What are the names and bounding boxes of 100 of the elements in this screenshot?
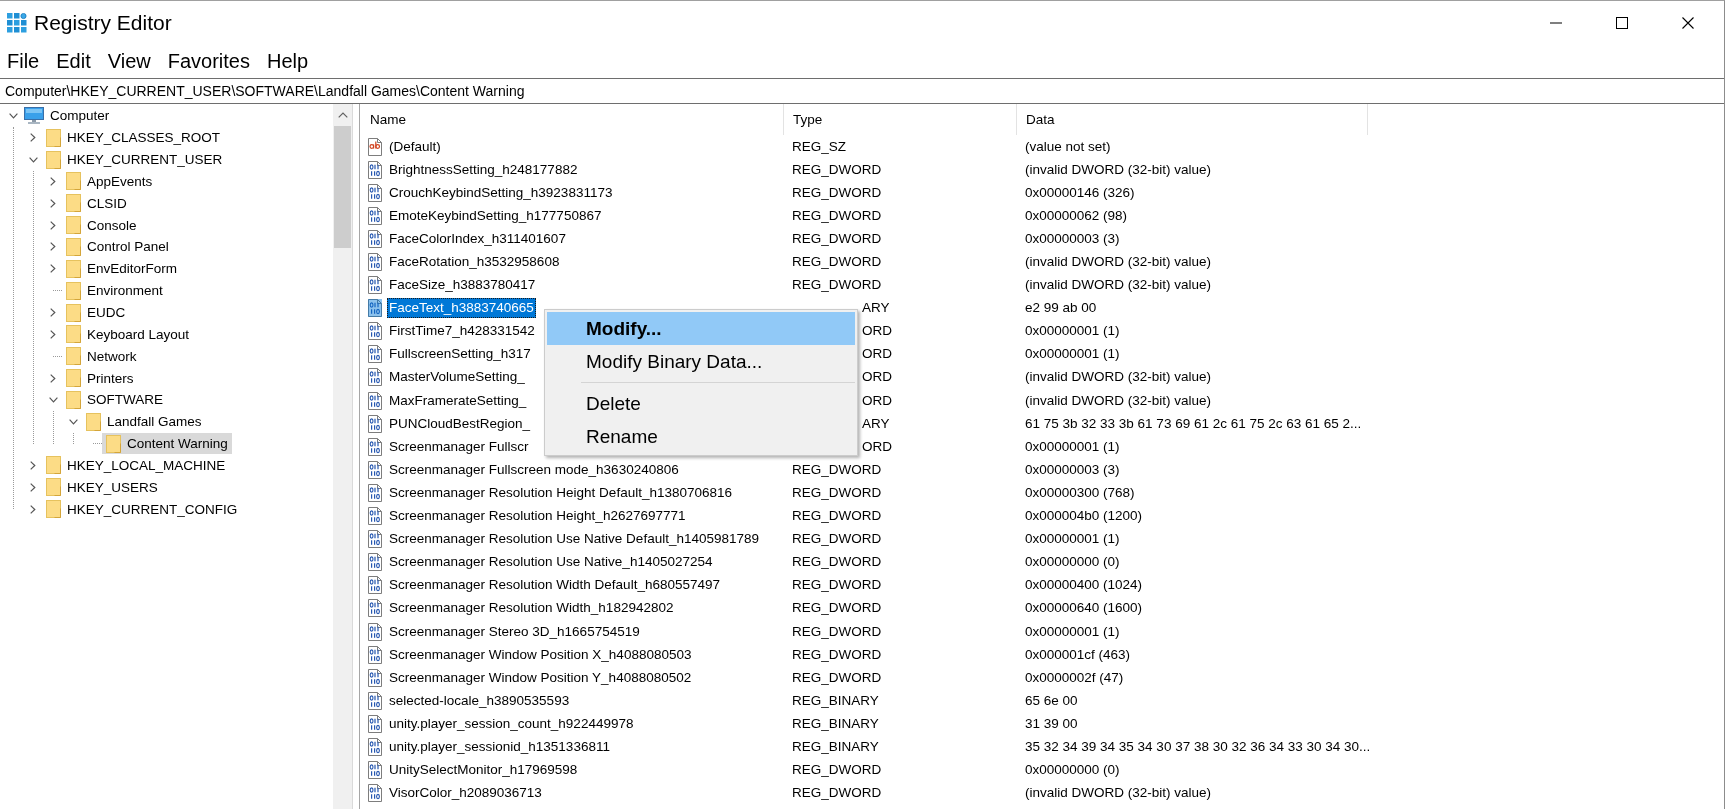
tree-item[interactable]: Console — [62, 214, 141, 236]
value-name[interactable]: (Default) — [387, 136, 443, 157]
address-field[interactable]: Computer\HKEY_CURRENT_USER\SOFTWARE\Landfall Games\Content Warning — [0, 78, 1724, 104]
chevron-down-icon[interactable] — [48, 396, 58, 403]
tree-item[interactable]: Computer — [22, 105, 114, 127]
value-name[interactable]: Screenmanager Window Position X_h4088080503 — [387, 644, 694, 665]
chevron-down-icon[interactable] — [8, 112, 18, 119]
chevron-down-icon[interactable] — [28, 156, 38, 163]
value-name[interactable]: PUNCloudBestRegion_ — [387, 413, 533, 434]
chevron-right-icon[interactable] — [50, 329, 56, 339]
column-header[interactable]: Type — [784, 104, 1017, 135]
value-name[interactable]: FaceSize_h3883780417 — [387, 275, 538, 296]
value-name[interactable]: CrouchKeybindSetting_h3923831173 — [387, 182, 615, 203]
value-name[interactable]: Screenmanager Resolution Height Default_h1380706816 — [387, 482, 734, 503]
value-name[interactable]: Screenmanager Resolution Width Default_h680557497 — [387, 575, 722, 596]
tree-item[interactable]: SOFTWARE — [62, 389, 167, 411]
value-name[interactable]: FaceRotation_h3532958608 — [387, 252, 562, 272]
value-data: 0x00000001 (1) — [1025, 530, 1120, 549]
menu-bar-item[interactable]: Edit — [47, 46, 100, 76]
value-name[interactable]: Screenmanager Resolution Use Native_h1405027254 — [387, 552, 715, 573]
chevron-right-icon[interactable] — [50, 220, 56, 230]
chevron-right-icon[interactable] — [50, 373, 56, 383]
chevron-right-icon[interactable] — [50, 242, 56, 252]
tree-item[interactable]: Control Panel — [62, 236, 173, 258]
caret-up-icon[interactable] — [337, 112, 348, 118]
chevron-right-icon[interactable] — [30, 133, 36, 143]
tree-item[interactable]: Network — [62, 345, 141, 367]
tree-item[interactable]: Landfall Games — [82, 411, 206, 433]
tree-item[interactable]: Keyboard Layout — [62, 323, 194, 345]
value-data: 0x0000002f (47) — [1025, 668, 1124, 687]
chevron-right-icon[interactable] — [50, 176, 56, 186]
vertical-scrollbar[interactable] — [333, 104, 352, 809]
binary-page-icon — [366, 437, 384, 456]
context-menu-item[interactable]: Rename — [547, 420, 855, 453]
value-name[interactable]: FaceText_h3883740665 — [387, 298, 536, 319]
column-header[interactable]: Name — [360, 104, 784, 135]
chevron-right-icon[interactable] — [30, 460, 36, 470]
value-name[interactable]: VisorColor_h2089036713 — [387, 783, 544, 804]
column-header[interactable]: Data — [1017, 104, 1368, 135]
value-name[interactable]: FirstTime7_h428331542 — [387, 321, 537, 342]
value-name[interactable]: Screenmanager Fullscr — [387, 436, 531, 457]
tree-item[interactable]: HKEY_CURRENT_USER — [42, 149, 227, 171]
tree-item[interactable]: Content Warning — [102, 433, 232, 455]
binary-page-icon — [366, 576, 384, 595]
folder-icon — [86, 412, 101, 431]
value-name[interactable]: Screenmanager Resolution Use Native Default_h1405981789 — [387, 529, 761, 550]
chevron-right-icon[interactable] — [30, 504, 36, 514]
scrollbar-thumb[interactable] — [334, 126, 351, 248]
binary-page-icon — [366, 507, 384, 526]
value-name[interactable]: FullscreenSetting_h317 — [387, 344, 533, 365]
chevron-right-icon[interactable] — [50, 264, 56, 274]
tree-item[interactable]: HKEY_CURRENT_CONFIG — [42, 498, 242, 520]
value-data: 0x00000001 (1) — [1025, 622, 1120, 641]
menu-bar-item[interactable]: Help — [258, 46, 317, 76]
value-name[interactable]: FaceColorIndex_h311401607 — [387, 228, 568, 249]
chevron-down-icon[interactable] — [68, 418, 78, 425]
tree-item[interactable]: HKEY_CLASSES_ROOT — [42, 127, 225, 149]
menu-bar-item[interactable]: Favorites — [159, 46, 259, 76]
tree-item[interactable]: HKEY_USERS — [42, 476, 162, 498]
value-name[interactable]: unity.player_session_count_h922449978 — [387, 713, 636, 734]
value-name[interactable]: BrightnessSetting_h248177882 — [387, 159, 580, 180]
chevron-right-icon[interactable] — [50, 198, 56, 208]
chevron-right-icon[interactable] — [50, 308, 56, 317]
value-data: (invalid DWORD (32-bit) value) — [1025, 391, 1212, 410]
value-name[interactable]: EmoteKeybindSetting_h177750867 — [387, 205, 604, 226]
tree-item[interactable]: CLSID — [62, 192, 131, 214]
value-name[interactable]: UnitySelectMonitor_h17969598 — [387, 760, 580, 781]
tree-item[interactable]: Printers — [62, 367, 138, 389]
value-name[interactable]: MasterVolumeSetting_ — [387, 367, 527, 388]
value-type: REG_DWORD — [792, 784, 882, 803]
tree-item[interactable]: AppEvents — [62, 170, 157, 192]
folder-icon — [66, 325, 81, 344]
folder-icon — [66, 194, 81, 213]
minimize-icon — [1550, 21, 1562, 24]
binary-page-icon — [366, 460, 384, 479]
context-menu-item[interactable]: Modify Binary Data... — [547, 345, 855, 378]
folder-icon — [46, 500, 61, 519]
value-name[interactable]: Screenmanager Fullscreen mode_h3630240806 — [387, 459, 681, 480]
value-type: ARY — [862, 299, 890, 318]
value-name[interactable]: unity.player_sessionid_h1351336811 — [387, 737, 612, 757]
menu-bar-item[interactable]: File — [0, 46, 48, 76]
context-menu-item[interactable]: Delete — [547, 387, 855, 420]
value-name[interactable]: MaxFramerateSetting_ — [387, 390, 529, 411]
value-name[interactable]: Screenmanager Resolution Height_h2627697771 — [387, 506, 688, 527]
tree-item[interactable]: Environment — [62, 280, 167, 302]
value-name[interactable]: Screenmanager Stereo 3D_h1665754519 — [387, 621, 642, 642]
value-name[interactable]: selected-locale_h3890535593 — [387, 690, 572, 711]
tree-item[interactable]: EnvEditorForm — [62, 258, 182, 280]
tree-item[interactable]: EUDC — [62, 302, 130, 323]
value-data: 0x00000000 (0) — [1025, 553, 1120, 572]
menu-bar-item[interactable]: View — [99, 46, 160, 76]
value-name[interactable]: Screenmanager Resolution Width_h182942802 — [387, 598, 676, 619]
chevron-right-icon[interactable] — [30, 482, 36, 492]
value-data: 0x00000000 (0) — [1025, 761, 1120, 780]
binary-page-icon — [366, 322, 384, 341]
context-menu-item[interactable]: Modify... — [547, 312, 855, 345]
monitor-icon — [24, 107, 44, 125]
tree-item[interactable]: HKEY_LOCAL_MACHINE — [42, 454, 230, 476]
value-name[interactable]: Screenmanager Window Position Y_h4088080502 — [387, 667, 694, 688]
value-data: 0x00000146 (326) — [1025, 183, 1135, 202]
